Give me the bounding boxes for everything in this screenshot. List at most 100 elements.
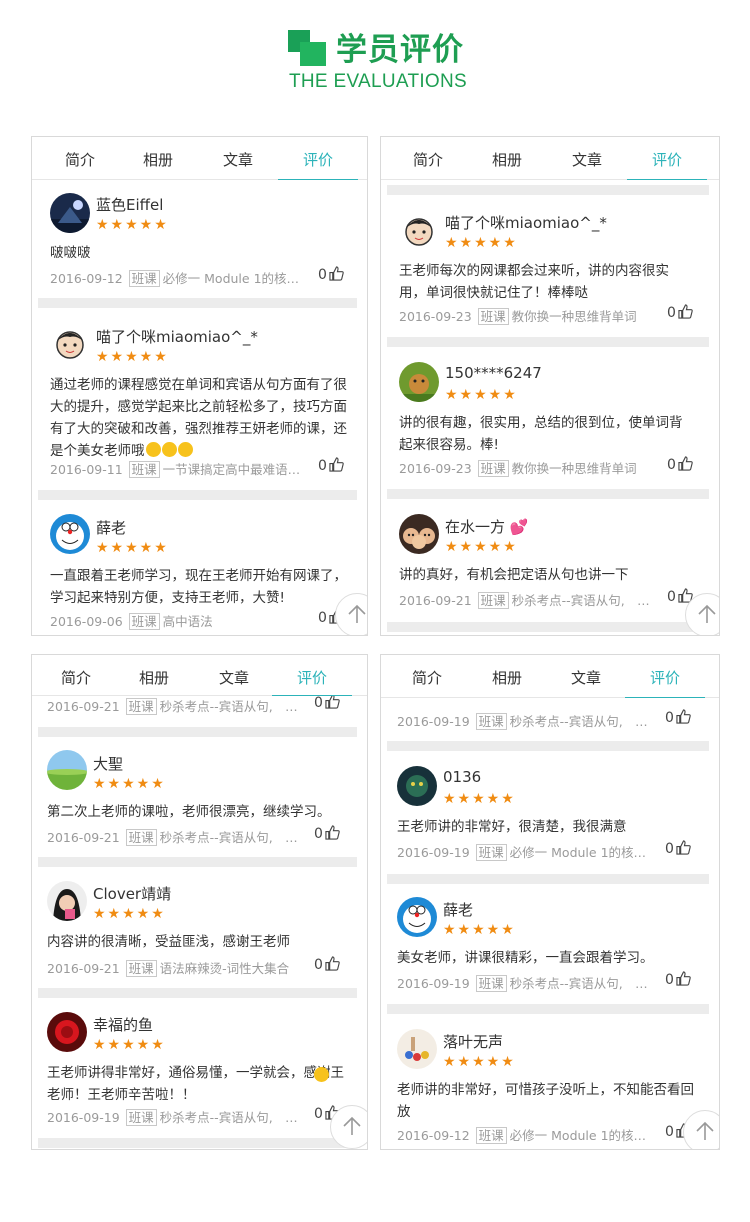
page-title: 学员评价 (336, 32, 464, 68)
tab-album[interactable]: 相册 (467, 137, 547, 179)
tab-album[interactable]: 相册 (467, 655, 547, 697)
tab-bar: 简介 相册 文章 评价 (32, 137, 367, 180)
review-meta: 2016-09-23 班课 教你换一种思维背单词 (399, 308, 637, 325)
divider (38, 1138, 357, 1148)
avatar[interactable] (50, 193, 90, 233)
tab-intro[interactable]: 简介 (388, 137, 468, 179)
review-panel-1: 简介 相册 文章 评价 蓝色Eiffel ★★★★★ 啵啵啵 2016-09-1… (31, 136, 368, 636)
like-button[interactable]: 0 (314, 956, 340, 973)
review-text: 老师讲的非常好，可惜孩子没听上，不知能否看回放 (397, 1082, 694, 1120)
review-text: 美女老师，讲课很精彩，一直会跟着学习。 (397, 950, 654, 966)
review-meta: 2016-09-19 班课 秒杀考点--宾语从句, … (397, 975, 648, 992)
review-panel-4: 简介 相册 文章 评价 2016-09-19 班课 秒杀考点--宾语从句, … 0 … (380, 654, 720, 1150)
divider (387, 185, 709, 195)
avatar[interactable] (399, 210, 439, 250)
like-button[interactable]: 0 (665, 709, 691, 726)
course-tag: 班课 (475, 713, 507, 730)
thumbs-up-icon (325, 694, 340, 709)
review-meta: 2016-09-23 班课 教你换一种思维背单词 (399, 460, 637, 477)
course-tag: 班课 (477, 308, 509, 325)
review-meta: 2016-09-21 班课 秒杀考点--宾语从句, … (47, 829, 298, 846)
avatar[interactable] (47, 1012, 87, 1052)
like-button[interactable]: 0 (318, 457, 344, 474)
tab-reviews[interactable]: 评价 (272, 655, 352, 696)
heart-emoji-icon: 💕 (509, 518, 529, 536)
reviewer-name: 落叶无声 (443, 1033, 504, 1051)
tab-articles[interactable]: 文章 (198, 137, 278, 179)
rating-stars: ★★★★★ (93, 1037, 166, 1053)
thumbs-up-icon (676, 709, 691, 724)
arrow-up-icon (696, 1121, 714, 1140)
tab-album[interactable]: 相册 (118, 137, 198, 179)
tab-intro[interactable]: 简介 (36, 655, 116, 695)
like-button[interactable]: 0 (665, 840, 691, 857)
like-button[interactable]: 0 (667, 456, 693, 473)
divider (38, 298, 357, 308)
tab-intro[interactable]: 简介 (40, 137, 120, 179)
back-to-top-button[interactable] (685, 593, 719, 635)
review-text: 讲的真好，有机会把定语从句也讲一下 (399, 567, 629, 583)
avatar[interactable] (397, 897, 437, 937)
like-button[interactable]: 0 (314, 694, 340, 711)
smile-emoji-icon (177, 442, 193, 457)
avatar[interactable] (397, 766, 437, 806)
review-text: 内容讲的很清晰，受益匪浅，感谢王老师 (47, 934, 290, 950)
like-button[interactable]: 0 (667, 304, 693, 321)
rating-stars: ★★★★★ (445, 387, 518, 403)
review-meta: 2016-09-06 班课 高中语法 (50, 613, 213, 630)
thumbs-up-icon (678, 456, 693, 471)
course-tag: 班课 (128, 461, 160, 478)
review-panel-2: 简介 相册 文章 评价 喵了个咪miaomiao^_* ★★★★★ 王老师每次的… (380, 136, 720, 636)
review-text: 啵啵啵 (50, 245, 91, 261)
review-text: 通过老师的课程感觉在单词和宾语从句方面有了很大的提升，感觉学起来比之前轻松多了，… (50, 377, 347, 459)
course-tag: 班课 (125, 829, 157, 846)
divider (38, 727, 357, 737)
tab-reviews[interactable]: 评价 (625, 655, 705, 698)
avatar[interactable] (399, 362, 439, 402)
divider (38, 988, 357, 998)
tab-intro[interactable]: 简介 (387, 655, 467, 697)
tab-articles[interactable]: 文章 (547, 137, 627, 179)
reviewer-name: Clover靖靖 (93, 885, 172, 903)
divider (387, 489, 709, 499)
divider (387, 337, 709, 347)
course-tag: 班课 (475, 1127, 507, 1144)
rating-stars: ★★★★★ (443, 1054, 516, 1070)
avatar[interactable] (47, 750, 87, 790)
avatar[interactable] (50, 323, 90, 363)
back-to-top-button[interactable] (335, 593, 367, 635)
course-tag: 班课 (475, 844, 507, 861)
review-meta: 2016-09-21 班课 秒杀考点--宾语从句, … (47, 698, 298, 715)
smile-emoji-icon (161, 442, 177, 457)
arrow-up-icon (698, 604, 716, 623)
logo-icon (288, 30, 326, 66)
course-tag: 班课 (128, 613, 160, 630)
review-text: 讲的很有趣，很实用，总结的很到位，使单词背起来很容易。棒! (399, 415, 683, 453)
tab-album[interactable]: 相册 (114, 655, 194, 695)
course-tag: 班课 (125, 1109, 157, 1126)
review-meta: 2016-09-19 班课 秒杀考点--宾语从句, … (397, 713, 648, 730)
review-text: 王老师讲得非常好，通俗易懂，一学就会，感谢王老师！王老师辛苦啦！！ (47, 1065, 344, 1103)
like-button[interactable]: 0 (314, 825, 340, 842)
course-tag: 班课 (125, 960, 157, 977)
reviewer-name: 大聖 (93, 755, 124, 773)
page-header: 学员评价 THE EVALUATIONS (0, 0, 750, 110)
like-button[interactable]: 0 (318, 266, 344, 283)
avatar[interactable] (47, 881, 87, 921)
like-button[interactable]: 0 (665, 971, 691, 988)
back-to-top-button[interactable] (330, 1105, 367, 1149)
review-panel-3: 简介 相册 文章 评价 2016-09-21 班课 秒杀考点--宾语从句, … 0 … (31, 654, 368, 1150)
tab-bar: 简介 相册 文章 评价 (32, 655, 367, 696)
tab-reviews[interactable]: 评价 (627, 137, 707, 180)
back-to-top-button[interactable] (683, 1110, 719, 1149)
tab-articles[interactable]: 文章 (194, 655, 274, 695)
divider (38, 857, 357, 867)
avatar[interactable] (397, 1029, 437, 1069)
avatar[interactable] (50, 514, 90, 554)
tab-reviews[interactable]: 评价 (278, 137, 358, 180)
thumbs-up-icon (678, 304, 693, 319)
avatar[interactable] (399, 514, 439, 554)
divider (38, 490, 357, 500)
rating-stars: ★★★★★ (93, 906, 166, 922)
tab-articles[interactable]: 文章 (546, 655, 626, 697)
